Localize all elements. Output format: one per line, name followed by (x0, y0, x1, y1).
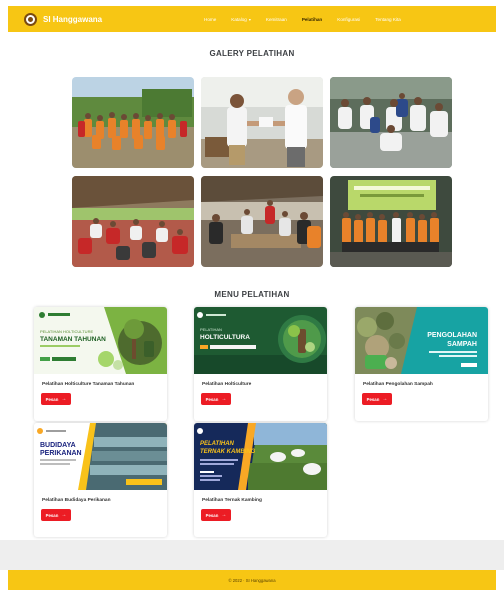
bottom-spacer (0, 540, 504, 570)
card-title: Pelatihan Ternak Kambing (202, 498, 262, 503)
menu-title: MENU PELATIHAN (214, 290, 290, 299)
training-card-holticulture[interactable]: PELATIHAN HOLTICULTURA Pelatihan Holticu… (194, 307, 327, 421)
pesan-button[interactable]: Pesan → (201, 393, 231, 405)
card-banner: PELATIHAN HOLTICULTURA (194, 307, 327, 374)
nav-link-kemitraan[interactable]: Kemitraan (266, 17, 287, 22)
page: SI Hanggawana Home Katalog ▾ Kemitraan Pe… (0, 0, 504, 590)
pesan-button-label: Pesan (45, 512, 59, 518)
card-title: Pelatihan Holticulture Tanaman Tahunan (42, 382, 135, 387)
banner-big-text-1: PENGOLAHAN (427, 332, 477, 339)
card-banner: PELATIHAN TERNAK KAMBING (194, 423, 327, 490)
card-title: Pelatihan Pengolahan Sampah (363, 382, 433, 387)
banner-big-text-2: PERIKANAN (40, 450, 82, 457)
pesan-button-label: Pesan (366, 396, 380, 402)
footer-copyright: © 2022 · SI Hanggawana (228, 577, 276, 583)
pesan-button[interactable]: Pesan → (41, 393, 71, 405)
nav-link-tentang-kita[interactable]: Tentang Kita (375, 17, 401, 22)
pesan-button-label: Pesan (205, 396, 219, 402)
card-title: Pelatihan Budidaya Perikanan (42, 498, 111, 503)
gallery-photo[interactable] (72, 176, 194, 267)
training-card-ternak-kambing[interactable]: PELATIHAN TERNAK KAMBING Pelatihan Terna… (194, 423, 327, 537)
training-card-pengolahan-sampah[interactable]: PENGOLAHAN SAMPAH Pelatihan Pengolahan S… (355, 307, 488, 421)
training-card-budidaya-perikanan[interactable]: BUDIDAYA PERIKANAN Pelatihan Budidaya Pe… (34, 423, 167, 537)
card-banner: PELATIHAN HOLTICULTURE TANAMAN TAHUNAN (34, 307, 167, 374)
banner-big-text-1: BUDIDAYA (40, 442, 76, 449)
arrow-right-icon: → (221, 512, 227, 518)
arrow-right-icon: → (382, 396, 388, 402)
pesan-button[interactable]: Pesan → (201, 509, 231, 521)
pesan-button-label: Pesan (45, 396, 59, 402)
nav-links: Home Katalog ▾ Kemitraan Pelatihan Konfig… (204, 6, 416, 32)
nav-link-katalog[interactable]: Katalog ▾ (231, 17, 251, 22)
gallery-photo[interactable] (330, 176, 452, 267)
arrow-right-icon: → (61, 512, 67, 518)
gallery-photo[interactable] (72, 77, 194, 168)
banner-big-text: TANAMAN TAHUNAN (40, 336, 106, 343)
banner-big-text: HOLTICULTURA (200, 334, 250, 341)
banner-big-text-2: TERNAK KAMBING (200, 449, 256, 455)
arrow-right-icon: → (61, 396, 67, 402)
nav-link-home[interactable]: Home (204, 17, 216, 22)
card-banner: PENGOLAHAN SAMPAH (355, 307, 488, 374)
gallery-photo[interactable] (201, 176, 323, 267)
pesan-button-label: Pesan (205, 512, 219, 518)
brand-logo-icon (24, 12, 37, 26)
pesan-button[interactable]: Pesan → (41, 509, 71, 521)
gallery-title: GALERY PELATIHAN (209, 49, 295, 58)
gallery-photo[interactable] (330, 77, 452, 168)
banner-big-text-1: PELATIHAN (200, 441, 235, 447)
card-banner: BUDIDAYA PERIKANAN (34, 423, 167, 490)
gallery-grid (72, 77, 452, 267)
navbar: SI Hanggawana Home Katalog ▾ Kemitraan Pe… (8, 6, 496, 32)
brand[interactable]: SI Hanggawana (24, 12, 103, 26)
brand-name: SI Hanggawana (43, 14, 103, 24)
nav-link-katalog-label: Katalog (231, 16, 247, 22)
gallery-photo[interactable] (201, 77, 323, 168)
nav-link-konfigurasi[interactable]: Konfigurasi (337, 17, 360, 22)
nav-link-pelatihan[interactable]: Pelatihan (302, 17, 322, 22)
chevron-down-icon: ▾ (248, 16, 251, 22)
banner-big-text-2: SAMPAH (447, 341, 477, 348)
footer: © 2022 · SI Hanggawana (8, 570, 496, 590)
arrow-right-icon: → (221, 396, 227, 402)
banner-small-text: PELATIHAN (200, 327, 222, 332)
banner-small-text: PELATIHAN HOLTICULTURE (40, 329, 93, 334)
card-title: Pelatihan Holticulture (202, 382, 252, 387)
training-card-tanaman-tahunan[interactable]: PELATIHAN HOLTICULTURE TANAMAN TAHUNAN P… (34, 307, 167, 421)
pesan-button[interactable]: Pesan → (362, 393, 392, 405)
